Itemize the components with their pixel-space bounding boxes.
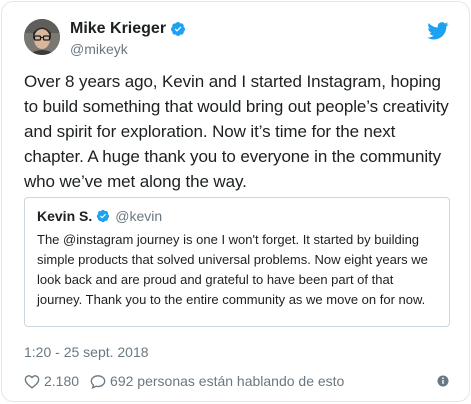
conversation-link[interactable]: 692 personas están hablando de esto <box>90 373 344 389</box>
tweet-card: Mike Krieger @mikeyk Over 8 years ago, K… <box>1 1 470 402</box>
quoted-author-handle: @kevin <box>115 208 163 224</box>
twitter-bird-icon[interactable] <box>427 22 449 40</box>
speech-bubble-icon <box>90 374 106 389</box>
author-handle[interactable]: @mikeyk <box>70 41 128 57</box>
avatar-image <box>24 19 60 55</box>
info-icon[interactable] <box>437 375 449 387</box>
quoted-tweet-text: The @instagram journey is one I won't fo… <box>37 232 428 307</box>
like-button[interactable]: 2.180 <box>24 373 79 389</box>
verified-badge-icon <box>171 22 186 36</box>
conversation-count-text: 692 personas están hablando de esto <box>110 373 345 389</box>
tweet-timestamp[interactable]: 1:20 - 25 sept. 2018 <box>24 344 149 360</box>
author-name-row[interactable]: Mike Krieger <box>70 20 186 38</box>
avatar[interactable] <box>24 19 60 55</box>
quoted-tweet-header: Kevin S. @kevin <box>37 208 437 224</box>
like-count: 2.180 <box>44 373 80 389</box>
quoted-author-name: Kevin S. <box>37 208 93 224</box>
tweet-text: Over 8 years ago, Kevin and I started In… <box>24 72 449 191</box>
tweet-actions: 2.180 692 personas están hablando de est… <box>24 371 449 391</box>
heart-icon <box>24 374 40 389</box>
verified-badge-icon <box>97 209 110 223</box>
author-name[interactable]: Mike Krieger <box>70 20 166 38</box>
quoted-tweet[interactable]: Kevin S. @kevin The @instagram journey i… <box>24 197 450 327</box>
